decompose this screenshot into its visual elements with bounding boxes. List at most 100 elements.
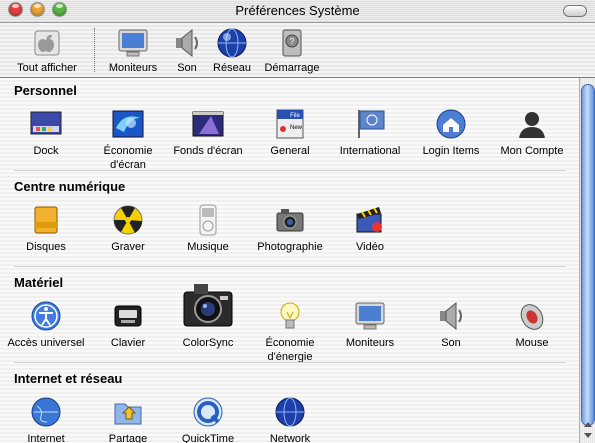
section-digital-hub: Centre numérique Disques Graver Musique … xyxy=(0,174,580,270)
toolbar-network[interactable]: Réseau xyxy=(210,27,254,74)
preferences-content: Personnel Dock Économie d'écran Fonds d'… xyxy=(0,78,580,443)
desktop-icon xyxy=(191,108,225,140)
ipod-icon xyxy=(191,204,225,236)
flag-icon xyxy=(353,108,387,140)
vertical-scrollbar[interactable] xyxy=(579,78,595,443)
section-divider xyxy=(14,362,566,363)
toolbar-sound[interactable]: Son xyxy=(168,27,206,74)
item-label: Disques xyxy=(26,241,66,253)
scrollbar-thumb[interactable] xyxy=(581,84,595,426)
pref-dock[interactable]: Dock xyxy=(6,108,86,158)
toolbar-separator xyxy=(94,28,95,72)
item-label: Clavier xyxy=(110,337,146,349)
mouse-icon xyxy=(515,300,549,332)
speaker-icon xyxy=(434,300,468,332)
pref-universal-access[interactable]: Accès universel xyxy=(6,300,86,350)
item-label: International xyxy=(339,145,401,157)
section-personnel: Personnel Dock Économie d'écran Fonds d'… xyxy=(0,78,580,174)
toolbar-startup[interactable]: ? Démarrage xyxy=(258,27,326,74)
item-label: Mon Compte xyxy=(500,145,564,157)
pref-video[interactable]: Vidéo xyxy=(330,204,410,254)
item-label: Partage xyxy=(108,433,148,443)
pref-general[interactable]: File New General xyxy=(250,108,330,158)
toolbar-label: Réseau xyxy=(213,62,251,74)
pref-displays[interactable]: Moniteurs xyxy=(330,300,410,350)
dock-icon xyxy=(29,108,63,140)
item-label: Photographie xyxy=(257,241,323,253)
disk-icon: ? xyxy=(275,27,309,59)
pref-burn[interactable]: Graver xyxy=(88,204,168,254)
system-preferences-window: Préférences Système Tout afficher Monite… xyxy=(0,0,595,443)
sharing-icon xyxy=(111,396,145,428)
clapper-icon xyxy=(353,204,387,236)
pref-colorsync[interactable]: ColorSync xyxy=(168,278,248,350)
bulb-icon xyxy=(273,300,307,332)
section-hardware: Matériel Accès universel Clavier ColorSy… xyxy=(0,270,580,366)
item-label: Musique xyxy=(187,241,229,253)
toolbar-label: Démarrage xyxy=(264,62,320,74)
house-icon xyxy=(434,108,468,140)
pref-international[interactable]: International xyxy=(330,108,410,158)
item-label: General xyxy=(270,145,310,157)
section-title: Centre numérique xyxy=(14,179,126,194)
pref-desktop[interactable]: Fonds d'écran xyxy=(168,108,248,158)
keyboard-icon xyxy=(111,300,145,332)
toolbar-label: Moniteurs xyxy=(108,62,158,74)
title-bar[interactable]: Préférences Système xyxy=(0,0,595,23)
accessibility-icon xyxy=(29,300,63,332)
colorsync-icon xyxy=(180,278,236,332)
pref-photography[interactable]: Photographie xyxy=(250,204,330,254)
pref-internet[interactable]: Internet xyxy=(6,396,86,443)
speaker-icon xyxy=(170,27,204,59)
pref-network[interactable]: Network xyxy=(250,396,330,443)
scroll-down-arrow[interactable] xyxy=(584,433,592,438)
screensaver-icon xyxy=(111,108,145,140)
item-label: ColorSync xyxy=(182,337,234,349)
toolbar-monitors[interactable]: Moniteurs xyxy=(100,27,166,74)
item-label: Fonds d'écran xyxy=(173,145,243,157)
section-title: Matériel xyxy=(14,275,64,290)
pref-keyboard[interactable]: Clavier xyxy=(88,300,168,350)
item-label: Mouse xyxy=(515,337,549,349)
general-icon: File New xyxy=(273,108,307,140)
item-label: Network xyxy=(269,433,311,443)
toolbar-show-all[interactable]: Tout afficher xyxy=(8,27,86,74)
section-title: Internet et réseau xyxy=(14,371,123,386)
pref-disks[interactable]: Disques xyxy=(6,204,86,254)
pref-mouse[interactable]: Mouse xyxy=(492,300,572,350)
item-label: Son xyxy=(441,337,461,349)
svg-text:File: File xyxy=(290,113,300,119)
pref-energy-saver[interactable]: Économie d'énergie xyxy=(250,300,330,364)
quicktime-icon xyxy=(191,396,225,428)
monitor-icon xyxy=(353,300,387,332)
globe-icon xyxy=(215,27,249,59)
item-label: Accès universel xyxy=(7,337,85,349)
globe-icon xyxy=(29,396,63,428)
scroll-up-arrow[interactable] xyxy=(584,422,592,427)
item-label: Vidéo xyxy=(356,241,384,253)
user-icon xyxy=(515,108,549,140)
cd-icon xyxy=(29,204,63,236)
camera-icon xyxy=(273,204,307,236)
window-title: Préférences Système xyxy=(235,3,360,18)
svg-text:New: New xyxy=(290,125,303,131)
burn-icon xyxy=(111,204,145,236)
pref-music[interactable]: Musique xyxy=(168,204,248,254)
pref-screensaver[interactable]: Économie d'écran xyxy=(88,108,168,172)
monitor-icon xyxy=(116,27,150,59)
pref-my-account[interactable]: Mon Compte xyxy=(492,108,572,158)
toolbar-toggle-button[interactable] xyxy=(563,5,587,17)
section-divider xyxy=(14,170,566,171)
pref-login-items[interactable]: Login Items xyxy=(411,108,491,158)
item-label: Internet xyxy=(27,433,65,443)
item-label: Graver xyxy=(111,241,145,253)
section-divider xyxy=(14,266,566,267)
item-label: Dock xyxy=(33,145,59,157)
pref-sharing[interactable]: Partage xyxy=(88,396,168,443)
section-internet-network: Internet et réseau Internet Partage Quic… xyxy=(0,366,580,443)
item-label: Économie d'énergie xyxy=(265,337,315,363)
globe-icon xyxy=(273,396,307,428)
pref-sound[interactable]: Son xyxy=(411,300,491,350)
pref-quicktime[interactable]: QuickTime xyxy=(168,396,248,443)
apple-icon xyxy=(30,27,64,59)
